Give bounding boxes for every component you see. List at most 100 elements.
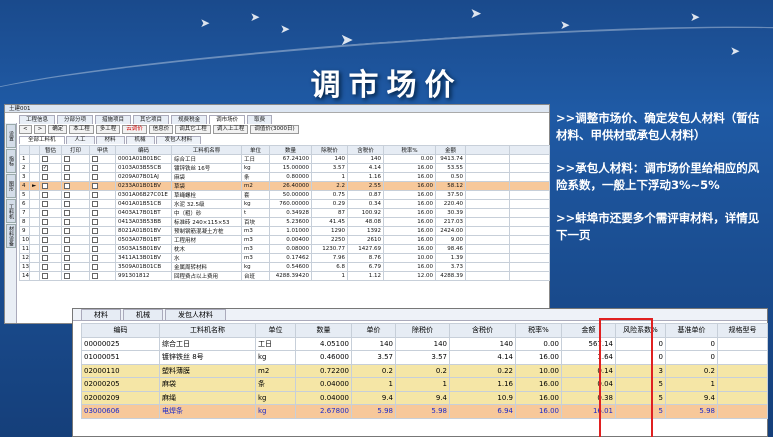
pretax-cell[interactable]: 140 <box>395 336 450 351</box>
supply-checkbox[interactable] <box>92 200 98 207</box>
action-button[interactable]: > <box>33 125 47 134</box>
taxed-cell[interactable]: 100.92 <box>347 208 384 218</box>
zoom-table-row[interactable]: 03000606 电焊条 kg 2.67800 5.98 5.98 6.94 16.00 16.… <box>81 404 768 419</box>
print-checkbox[interactable] <box>64 182 70 189</box>
module-tab[interactable]: 调市场价 <box>209 115 246 124</box>
taxed-cell[interactable]: 0.87 <box>347 190 384 200</box>
taxed-cell[interactable]: 0.34 <box>347 199 384 209</box>
base-price-cell[interactable]: 0.2 <box>665 363 718 378</box>
estimate-checkbox[interactable] <box>42 200 48 207</box>
action-button[interactable]: 云调价 <box>122 125 147 134</box>
supply-cell[interactable] <box>89 208 116 218</box>
supply-checkbox[interactable] <box>92 209 98 216</box>
action-button[interactable]: < <box>19 125 32 134</box>
estimate-cell[interactable] <box>39 244 62 254</box>
table-row[interactable]: 6 0401A01B51CB 水泥 32.5级 kg 760.00000 0.29 0.34… <box>19 199 550 209</box>
zoom-table-row[interactable]: 01000051 镀锌铁丝 8号 kg 0.46000 3.57 3.57 4.14 16.0… <box>81 350 768 365</box>
table-row[interactable]: 7 0403A17B01BT 中（粗）砂 t 0.34928 87 100.92 16.00 3… <box>19 208 550 218</box>
table-row[interactable]: 14 991301812 回程费占以上费用 台班 4288.39420 1 1.12 12.0… <box>19 271 550 281</box>
taxed-cell[interactable]: 1.12 <box>347 271 384 281</box>
taxed-cell[interactable]: 1.16 <box>449 377 516 392</box>
print-checkbox[interactable] <box>64 191 70 198</box>
estimate-checkbox[interactable] <box>42 236 48 243</box>
pretax-cell[interactable]: 2250 <box>311 235 348 245</box>
print-cell[interactable] <box>61 154 90 164</box>
action-button[interactable]: 调其它工程 <box>175 125 211 134</box>
module-tab[interactable]: 其它项目 <box>133 115 170 124</box>
estimate-checkbox[interactable] <box>42 173 48 180</box>
taxed-cell[interactable]: 140 <box>347 154 384 164</box>
module-tab[interactable]: 取费 <box>247 115 273 124</box>
supply-cell[interactable] <box>89 154 116 164</box>
table-row[interactable]: 4 ► 0233A01B01BV 草袋 m2 26.40000 2.2 2.55 16.00 58… <box>19 181 550 191</box>
taxed-cell[interactable]: 1392 <box>347 226 384 236</box>
estimate-cell[interactable] <box>39 226 62 236</box>
zoom-table-row[interactable]: 00000025 综合工日 工日 4.05100 140 140 140 0.00 567.14… <box>81 336 768 351</box>
resource-tab[interactable]: 机械 <box>125 136 155 144</box>
table-row[interactable]: 1 0001A01B01BC 综合工日 工日 67.24100 140 140 0.00 941… <box>19 154 550 164</box>
estimate-checkbox[interactable] <box>42 227 48 234</box>
pretax-cell[interactable]: 1 <box>395 377 450 392</box>
side-tool-button[interactable]: 设置 <box>6 124 16 148</box>
pretax-cell[interactable]: 3.57 <box>395 350 450 365</box>
table-row[interactable]: 12 3411A13B01BV 水 m3 0.17462 7.96 8.76 10.00 1.3… <box>19 253 550 263</box>
estimate-checkbox[interactable] <box>42 263 48 270</box>
estimate-checkbox[interactable] <box>42 191 48 198</box>
resource-tab[interactable]: 材料 <box>95 136 125 144</box>
table-row[interactable]: 5 0301A06B27C01E 草绳螺栓套 50.00000 0.75 0.87 16.0… <box>19 190 550 200</box>
supply-checkbox[interactable] <box>92 218 98 225</box>
module-tab[interactable]: 分部分项 <box>57 115 94 124</box>
base-price-cell[interactable]: 1 <box>665 377 718 392</box>
action-button[interactable]: 本工程 <box>69 125 94 134</box>
estimate-checkbox[interactable] <box>42 209 48 216</box>
taxed-cell[interactable]: 2.55 <box>347 181 384 191</box>
side-tool-button[interactable]: 图形 <box>6 174 16 198</box>
pretax-cell[interactable]: 87 <box>311 208 348 218</box>
estimate-cell[interactable] <box>39 190 62 200</box>
supply-cell[interactable] <box>89 217 116 227</box>
estimate-cell[interactable] <box>39 199 62 209</box>
supply-checkbox[interactable] <box>92 155 98 162</box>
supply-checkbox[interactable] <box>92 236 98 243</box>
supply-cell[interactable] <box>89 262 116 272</box>
print-cell[interactable] <box>61 199 90 209</box>
print-checkbox[interactable] <box>64 209 70 216</box>
print-checkbox[interactable] <box>64 254 70 261</box>
print-cell[interactable] <box>61 262 90 272</box>
table-row[interactable]: 3 0209A07B01AJ 麻袋条 0.80000 1 1.16 16.00 0.50 <box>19 172 550 182</box>
print-cell[interactable] <box>61 163 90 173</box>
print-checkbox[interactable] <box>64 164 70 171</box>
estimate-cell[interactable] <box>39 253 62 263</box>
supply-cell[interactable] <box>89 244 116 254</box>
base-price-cell[interactable]: 9.4 <box>665 390 718 405</box>
supply-checkbox[interactable] <box>92 272 98 279</box>
taxed-cell[interactable]: 1427.69 <box>347 244 384 254</box>
estimate-cell[interactable] <box>39 271 62 281</box>
module-tab[interactable]: 规费税金 <box>171 115 208 124</box>
action-button[interactable]: 信息价 <box>148 125 174 134</box>
table-row[interactable]: 11 0503A15B01BV 枕木 m3 0.08000 1230.77 1427.69 1… <box>19 244 550 254</box>
estimate-cell[interactable] <box>39 217 62 227</box>
supply-checkbox[interactable] <box>92 182 98 189</box>
resource-tab[interactable]: 发包人材料 <box>155 136 202 144</box>
side-tool-button[interactable]: 工料机 <box>6 199 16 223</box>
print-cell[interactable] <box>61 235 90 245</box>
table-row[interactable]: 10 0503A07B01BT 工程用材 m3 0.00400 2250 2610 16.00… <box>19 235 550 245</box>
print-cell[interactable] <box>61 190 90 200</box>
zoom-table-row[interactable]: 02000209 麻绳 kg 0.04000 9.4 9.4 10.9 16.00 0.38 5 9… <box>81 390 768 405</box>
print-checkbox[interactable] <box>64 236 70 243</box>
estimate-cell[interactable] <box>39 172 62 182</box>
base-price-cell[interactable]: 0 <box>665 350 718 365</box>
estimate-cell[interactable]: ✓ <box>39 163 62 173</box>
pretax-cell[interactable]: 0.2 <box>395 363 450 378</box>
supply-checkbox[interactable] <box>92 191 98 198</box>
pretax-cell[interactable]: 0.75 <box>311 190 348 200</box>
supply-checkbox[interactable] <box>92 227 98 234</box>
estimate-checkbox[interactable] <box>42 182 48 189</box>
side-tool-button[interactable]: 材料设备 <box>6 224 16 248</box>
supply-checkbox[interactable] <box>92 263 98 270</box>
print-checkbox[interactable] <box>64 173 70 180</box>
supply-cell[interactable] <box>89 163 116 173</box>
supply-cell[interactable] <box>89 235 116 245</box>
pretax-cell[interactable]: 41.45 <box>311 217 348 227</box>
